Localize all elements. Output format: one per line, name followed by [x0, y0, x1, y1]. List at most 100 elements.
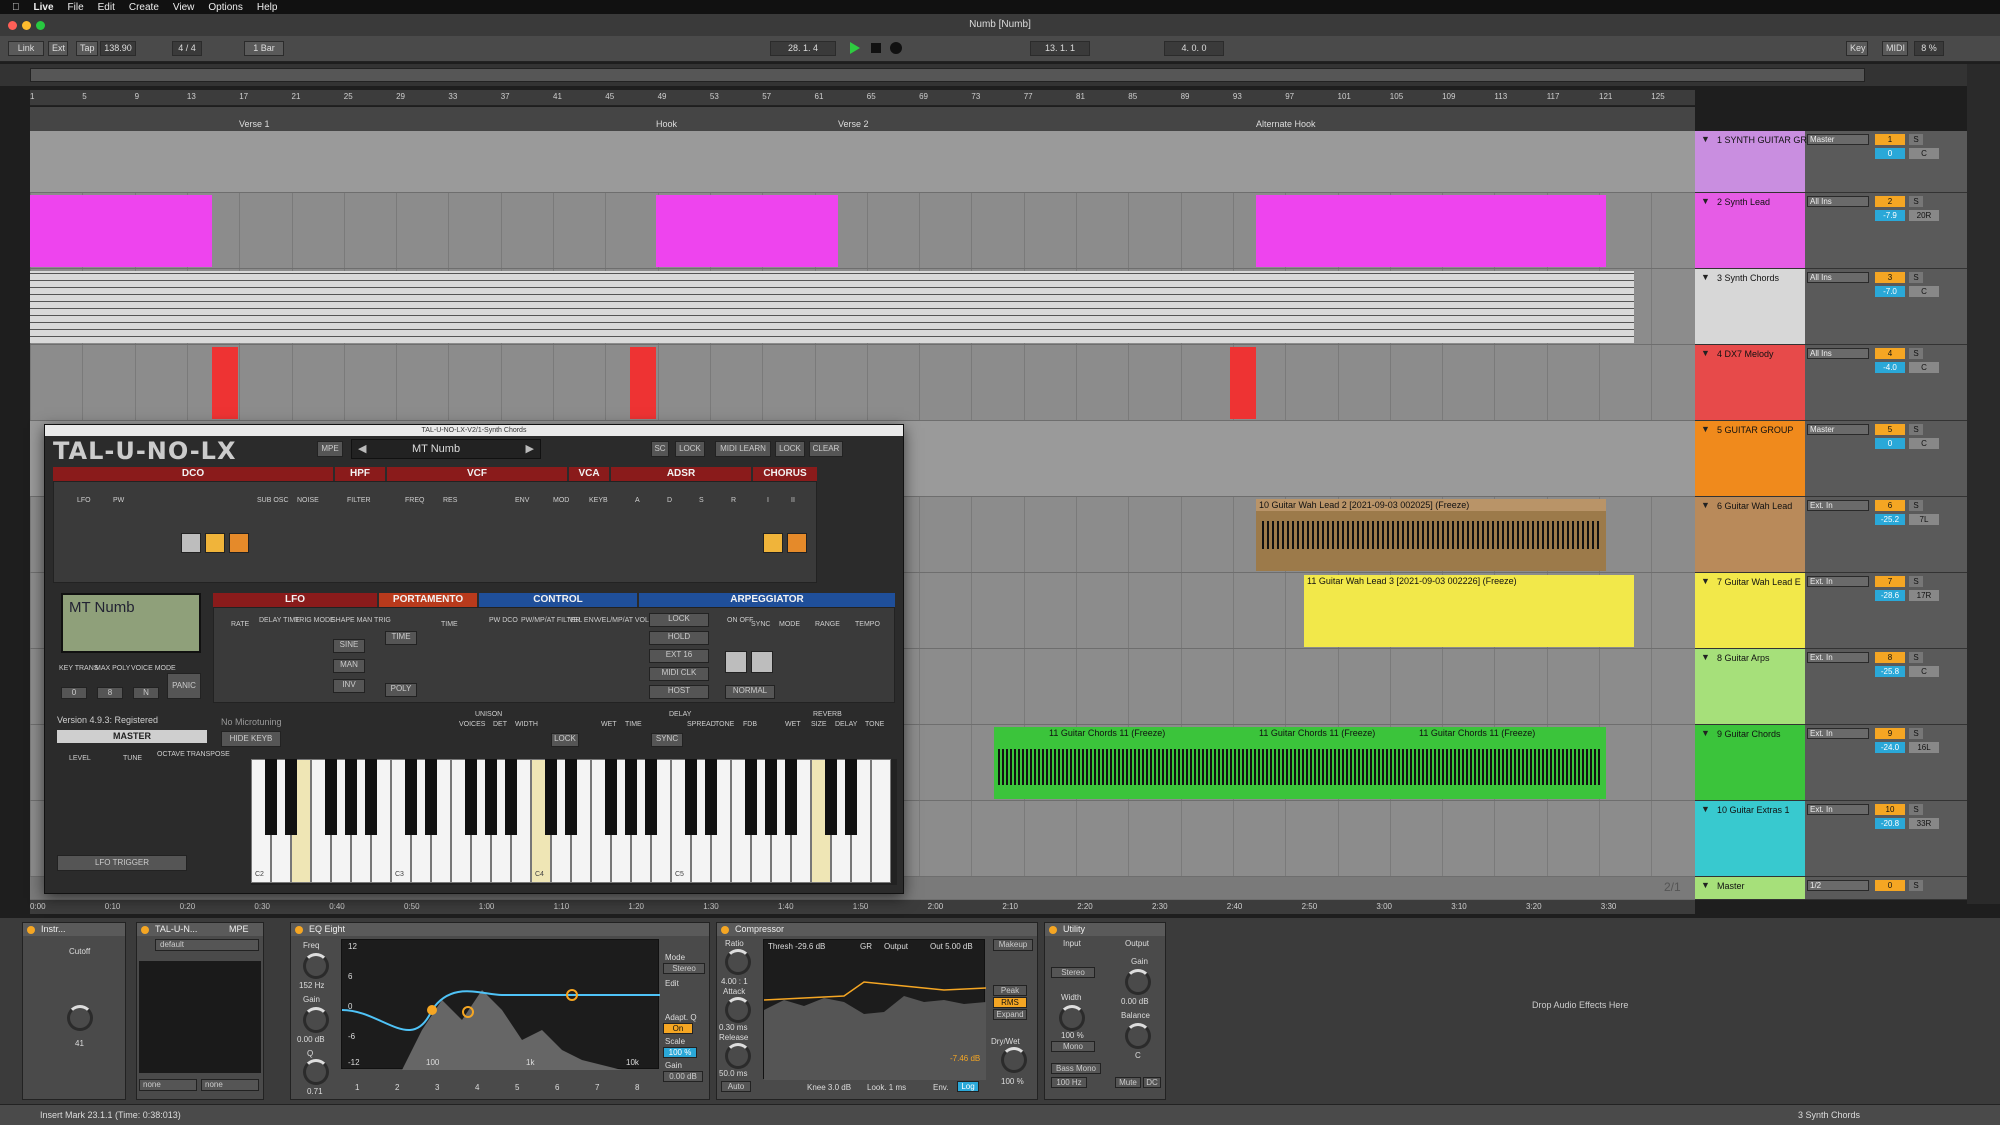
track-volume[interactable]: 0 [1875, 438, 1905, 449]
play-button[interactable] [850, 42, 860, 54]
arp-sync-toggle[interactable] [751, 651, 773, 673]
track-volume[interactable]: -25.8 [1875, 666, 1905, 677]
track-lane[interactable] [30, 193, 1695, 269]
black-key[interactable] [625, 759, 637, 835]
track-pan[interactable]: C [1909, 438, 1939, 449]
track-name[interactable]: 6 Guitar Wah Lead [1717, 501, 1792, 511]
track-name[interactable]: 1 SYNTH GUITAR GRO [1717, 135, 1814, 145]
track-input-select[interactable]: Ext. In [1807, 804, 1869, 815]
black-key[interactable] [765, 759, 777, 835]
track-input-select[interactable]: Ext. In [1807, 500, 1869, 511]
track-activator[interactable]: 5 [1875, 424, 1905, 435]
track-header[interactable]: ▼ 9 Guitar Chords Ext. In 9 S -24.0 16L [1695, 725, 1967, 801]
midi-map-button[interactable]: MIDI [1882, 41, 1908, 56]
solo-button[interactable]: S [1909, 424, 1923, 435]
track-activator[interactable]: 8 [1875, 652, 1905, 663]
black-key[interactable] [285, 759, 297, 835]
arp-midiclk-button[interactable]: MIDI CLK [649, 667, 709, 681]
track-header[interactable]: ▼ 4 DX7 Melody All Ins 4 S -4.0 C [1695, 345, 1967, 421]
eq-band-toggle[interactable]: 6 [555, 1083, 559, 1092]
instrument-rack-device[interactable]: Instr... Cutoff 41 [22, 922, 126, 1100]
track-header[interactable]: ▼ 1 SYNTH GUITAR GRO Master 1 S 0 C [1695, 131, 1967, 193]
lfo-shape-select[interactable]: SINE [333, 639, 365, 653]
track-header[interactable]: ▼ 8 Guitar Arps Ext. In 8 S -25.8 C [1695, 649, 1967, 725]
tal-preset-select[interactable]: default [155, 939, 259, 951]
utility-mute-button[interactable]: Mute [1115, 1077, 1141, 1088]
black-key[interactable] [425, 759, 437, 835]
track-header[interactable]: ▼ 2 Synth Lead All Ins 2 S -7.9 20R [1695, 193, 1967, 269]
attack-knob[interactable] [725, 997, 751, 1023]
dco-saw-button[interactable] [205, 533, 225, 553]
midi-clip[interactable] [1230, 347, 1256, 419]
black-key[interactable] [845, 759, 857, 835]
tempo-field[interactable]: 138.90 [100, 41, 136, 56]
black-key[interactable] [345, 759, 357, 835]
prev-preset-icon[interactable]: ◀ [358, 442, 366, 455]
audio-clip[interactable]: 11 Guitar Wah Lead 3 [2021-09-03 002226]… [1304, 575, 1634, 647]
drywet-knob[interactable] [1001, 1047, 1027, 1073]
track-volume[interactable]: 0 [1875, 148, 1905, 159]
black-key[interactable] [485, 759, 497, 835]
black-key[interactable] [605, 759, 617, 835]
release-knob[interactable] [725, 1043, 751, 1069]
track-name[interactable]: 9 Guitar Chords [1717, 729, 1781, 739]
track-name[interactable]: 7 Guitar Wah Lead E [1717, 577, 1801, 587]
black-key[interactable] [365, 759, 377, 835]
audio-clip[interactable]: 11 Guitar Chords 11 (Freeze) 11 Guitar C… [994, 727, 1606, 799]
track-volume[interactable]: -7.0 [1875, 286, 1905, 297]
link-button[interactable]: Link [8, 41, 44, 56]
eq-output-gain[interactable]: 0.00 dB [663, 1071, 703, 1082]
track-pan[interactable]: C [1909, 666, 1939, 677]
black-key[interactable] [465, 759, 477, 835]
tap-tempo-button[interactable]: Tap [76, 41, 98, 56]
solo-button[interactable]: S [1909, 500, 1923, 511]
track-pan[interactable]: 33R [1909, 818, 1939, 829]
drop-audio-effects-hint[interactable]: Drop Audio Effects Here [1532, 1000, 1628, 1010]
track-activator[interactable]: 6 [1875, 500, 1905, 511]
locator-verse-1[interactable]: Verse 1 [239, 119, 270, 129]
lfo-inv-button[interactable]: INV [333, 679, 365, 693]
track-activator[interactable]: 1 [1875, 134, 1905, 145]
track-input-select[interactable]: Master [1807, 134, 1869, 145]
track-name[interactable]: Master [1717, 881, 1745, 891]
lock-button[interactable]: LOCK [675, 441, 705, 457]
utility-gain-knob[interactable] [1125, 969, 1151, 995]
fold-icon[interactable]: ▼ [1701, 576, 1710, 586]
black-key[interactable] [325, 759, 337, 835]
time-signature-field[interactable]: 4 / 4 [172, 41, 202, 56]
preset-selector[interactable]: ◀ MT Numb ▶ [351, 439, 541, 459]
black-key[interactable] [685, 759, 697, 835]
track-activator[interactable]: 10 [1875, 804, 1905, 815]
mpe-button[interactable]: MPE [317, 441, 343, 457]
next-preset-icon[interactable]: ▶ [526, 442, 534, 455]
utility-mono-button[interactable]: Mono [1051, 1041, 1095, 1052]
track-pan[interactable]: C [1909, 286, 1939, 297]
midi-clip[interactable] [30, 195, 212, 267]
solo-button[interactable]: S [1909, 880, 1923, 891]
track-activator[interactable]: 9 [1875, 728, 1905, 739]
utility-bass-freq[interactable]: 100 Hz [1051, 1077, 1087, 1088]
eq-band-toggle[interactable]: 5 [515, 1083, 519, 1092]
black-key[interactable] [785, 759, 797, 835]
track-input-select[interactable]: Ext. In [1807, 576, 1869, 587]
track-volume[interactable]: -28.6 [1875, 590, 1905, 601]
track-volume[interactable]: -25.2 [1875, 514, 1905, 525]
arrangement-overview[interactable] [0, 64, 2000, 86]
track-header[interactable]: ▼ 10 Guitar Extras 1 Ext. In 10 S -20.8 33R [1695, 801, 1967, 877]
menu-help[interactable]: Help [257, 2, 278, 13]
track-pan[interactable]: C [1909, 362, 1939, 373]
track-lane[interactable] [30, 345, 1695, 421]
fold-icon[interactable]: ▼ [1701, 728, 1710, 738]
eq-eight-device[interactable]: EQ Eight Freq 152 Hz Gain 0.00 dB Q 0.71… [290, 922, 710, 1100]
track-input-select[interactable]: Ext. In [1807, 728, 1869, 739]
track-input-select[interactable]: All Ins [1807, 348, 1869, 359]
black-key[interactable] [265, 759, 277, 835]
utility-bass-mono-button[interactable]: Bass Mono [1051, 1063, 1101, 1074]
clear-button[interactable]: CLEAR [809, 441, 843, 457]
minimize-window-button[interactable] [22, 21, 31, 30]
piano-keyboard[interactable]: C2 C3 C4 C5 [251, 759, 897, 885]
lookahead-value[interactable]: Look. 1 ms [867, 1083, 906, 1092]
solo-button[interactable]: S [1909, 272, 1923, 283]
solo-button[interactable]: S [1909, 196, 1923, 207]
track-header[interactable]: ▼ 5 GUITAR GROUP Master 5 S 0 C [1695, 421, 1967, 497]
